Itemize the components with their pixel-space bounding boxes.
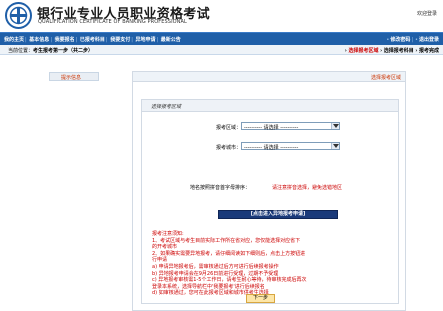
welcome-text: 欢迎登录 [416, 11, 437, 17]
nav-item-basic-info[interactable]: 基本信息 [29, 37, 49, 43]
region-panel-title: 选择报考区域 [370, 75, 401, 81]
location-path: 考生报考第一步（共二步） [33, 48, 94, 54]
nav-item-register[interactable]: 我要报名 [55, 37, 75, 43]
pinyin-sort-label: 地名按照拼音首字母排序： [190, 185, 251, 191]
nav-item-home[interactable]: 我的主页 [4, 37, 24, 43]
nav-item-registered-subjects[interactable]: 已报考科目 [80, 37, 105, 43]
region-form-title: 选择报考区域 [151, 104, 182, 110]
bullet-icon: • [415, 37, 418, 43]
step-select-subjects: 选择报考科目 [383, 48, 414, 54]
nav-item-pay[interactable]: 我要支付 [110, 37, 130, 43]
step-complete: 报考完成 [418, 48, 439, 54]
note-line: 报考注意须知: [152, 231, 184, 237]
region-form: 选择报考区域 报考区域： ---------- 请选择 ---------- 报… [141, 99, 399, 304]
main-nav: 我的主页| 基本信息| 我要报名| 已报考科目| 我要支付| 异地申请| 最新公… [0, 32, 443, 45]
breadcrumb: 当前位置：考生报考第一步（共二步） › 选择报考区域 › 选择报考科目 › 报考… [0, 45, 443, 55]
city-select[interactable]: ---------- 请选择 ---------- [241, 142, 340, 151]
region-select[interactable]: ---------- 请选择 ---------- [241, 122, 340, 131]
region-panel: 选择报考区域 选择报考区域 报考区域： ---------- 请选择 -----… [132, 71, 406, 311]
location-prefix: 当前位置： [8, 48, 34, 54]
note-line: 行申请 [152, 257, 168, 264]
chevron-down-icon [331, 143, 339, 149]
next-button[interactable]: 下一步 [246, 294, 275, 303]
page-header: 银行业专业人员职业资格考试 QUALIFICATION CERTIFICATE … [0, 0, 443, 31]
region-panel-header: 选择报考区域 [133, 72, 405, 82]
remote-apply-button[interactable]: [点击进入异地报考申请] [218, 210, 338, 219]
note-line: c) 异地报考审核需1-5个工作日，请考生耐心等待，待审核完成后再次 [152, 277, 307, 284]
pinyin-sort-hint: 请注意拼音选择，避免选错地区 [272, 185, 343, 191]
tips-label: 提示信息 [61, 75, 82, 81]
note-line: 的开考城市 [152, 244, 178, 251]
registration-notes: 报考注意须知: 1、考试区域与考生目前实际工作所在省对应，您仅能选择对应省下 的… [152, 231, 392, 297]
tips-panel: 提示信息 [49, 72, 99, 81]
note-line: 2、如果确实需要异地报考，请仔细阅读如下细则后，点击上方按钮进 [152, 250, 306, 257]
note-line: 1、考试区域与考生目前实际工作所在省对应，您仅能选择对应省下 [152, 237, 301, 244]
logout-link[interactable]: 退出登录 [419, 37, 439, 43]
region-label: 报考区域： [216, 125, 242, 131]
step-select-region: 选择报考区域 [348, 48, 379, 54]
nav-item-announcements[interactable]: 最新公告 [161, 37, 181, 43]
cbrc-logo-icon [5, 2, 32, 29]
bullet-icon: • [386, 37, 390, 43]
nav-item-remote-apply[interactable]: 异地申请 [135, 37, 155, 43]
city-label: 报考城市： [216, 145, 242, 151]
site-subtitle: QUALIFICATION CERTIFICATE OF BANKING PRO… [38, 19, 187, 25]
chevron-down-icon [331, 123, 339, 129]
change-password-link[interactable]: 修改密码 [390, 37, 410, 43]
note-line: a) 申请异地报考后，需审核通过后方可进行后续报考操作 [152, 263, 279, 270]
